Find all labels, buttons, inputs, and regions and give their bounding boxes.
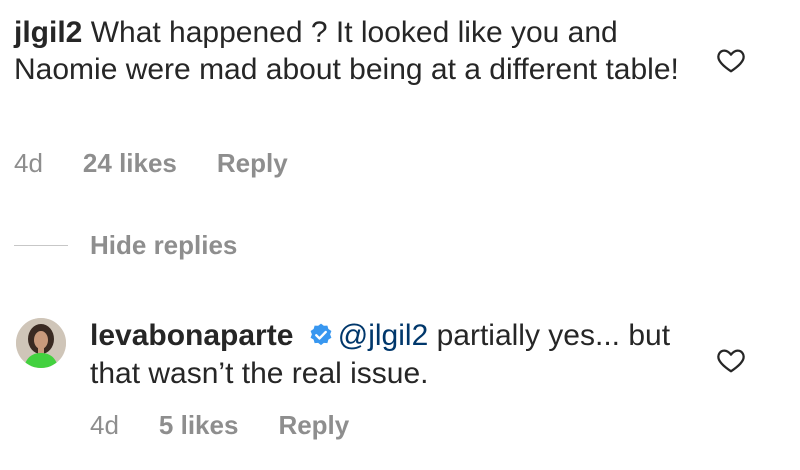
- verified-badge-icon: [310, 323, 332, 346]
- divider: [14, 245, 68, 246]
- reply-meta: 4d 5 likes Reply: [90, 410, 389, 441]
- reply-reply-button[interactable]: Reply: [278, 410, 349, 441]
- heart-icon[interactable]: [716, 345, 746, 375]
- reply-username[interactable]: levabonaparte: [90, 319, 293, 352]
- comment-text: What happened ? It looked like you and N…: [14, 16, 679, 86]
- avatar[interactable]: [16, 318, 66, 368]
- comment-body: jlgil2 What happened ? It looked like yo…: [14, 14, 704, 88]
- reply-mention[interactable]: @jlgil2: [338, 319, 428, 352]
- hide-replies-label: Hide replies: [90, 230, 238, 260]
- reply-body: levabonaparte @jlgil2 partially yes... b…: [90, 317, 690, 393]
- comment-reply-button[interactable]: Reply: [217, 148, 288, 179]
- comment-time: 4d: [14, 148, 43, 178]
- hide-replies-button[interactable]: Hide replies: [14, 230, 237, 261]
- reply-time: 4d: [90, 410, 119, 440]
- reply-likes[interactable]: 5 likes: [159, 410, 239, 441]
- comment-meta: 4d 24 likes Reply: [14, 148, 328, 179]
- comment-likes[interactable]: 24 likes: [83, 148, 177, 179]
- comment-username[interactable]: jlgil2: [14, 16, 82, 49]
- heart-icon[interactable]: [716, 45, 746, 75]
